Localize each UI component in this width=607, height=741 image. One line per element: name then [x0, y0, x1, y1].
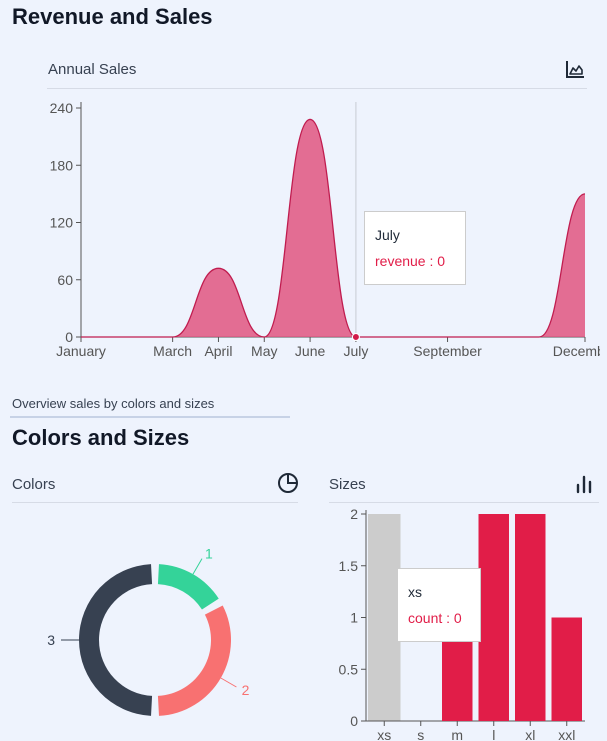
pie-slice: [157, 564, 219, 610]
tooltip-label: July: [375, 227, 400, 243]
x-tick-label: September: [413, 343, 482, 359]
x-tick-label: xs: [377, 727, 391, 741]
y-tick-label: 2: [350, 506, 358, 522]
overview-underline: [10, 416, 290, 418]
pie-leader-line: [220, 677, 237, 688]
pie-label: 3: [47, 632, 55, 648]
x-tick-label: June: [295, 343, 326, 359]
colors-divider: [12, 502, 298, 503]
x-tick-label: April: [204, 343, 232, 359]
tooltip-label: xs: [408, 584, 422, 600]
x-tick-label: January: [56, 343, 106, 359]
page-title: Revenue and Sales: [12, 4, 213, 29]
y-tick-label: 1.5: [339, 558, 359, 574]
pie-slice: [157, 605, 232, 716]
annual-sales-tooltip: July revenue : 0: [364, 211, 466, 285]
y-tick-label: 180: [50, 157, 74, 173]
y-tick-label: 0: [350, 713, 358, 729]
x-tick-label: m: [451, 727, 463, 741]
annual-sales-chart[interactable]: 060120180240January March April May June July…: [0, 96, 600, 366]
overview-text: Overview sales by colors and sizes: [12, 396, 215, 411]
pie-leader-line: [192, 558, 203, 575]
bar: [478, 514, 509, 721]
x-tick-label: xl: [525, 727, 535, 741]
pie-slice: [79, 564, 153, 716]
sizes-title: Sizes: [329, 476, 366, 493]
bar: [551, 617, 582, 721]
pie-chart-icon[interactable]: [277, 472, 299, 494]
area-chart-icon[interactable]: [564, 58, 586, 80]
colors-title: Colors: [12, 476, 56, 493]
x-tick-label: xxl: [558, 727, 575, 741]
y-tick-label: 60: [57, 272, 73, 288]
x-tick-label: s: [417, 727, 424, 741]
x-tick-label: l: [492, 727, 495, 741]
x-tick-label: July: [343, 343, 368, 359]
y-tick-label: 120: [50, 215, 74, 231]
active-point: [351, 333, 360, 341]
pie-label: 1: [205, 545, 213, 561]
bar: [515, 514, 546, 721]
annual-sales-divider: [47, 88, 587, 89]
x-tick-label: May: [251, 343, 277, 359]
tooltip-value: count : 0: [408, 610, 462, 626]
y-tick-label: 240: [50, 100, 74, 116]
pie-label: 2: [242, 682, 250, 698]
colors-donut-chart[interactable]: 1 2 3: [0, 505, 300, 741]
tooltip-value: revenue : 0: [375, 253, 446, 269]
annual-sales-title: Annual Sales: [48, 61, 137, 78]
section-title: Colors and Sizes: [12, 425, 190, 450]
y-tick-label: 0.5: [339, 661, 359, 677]
y-tick-label: 1: [350, 610, 358, 626]
sizes-tooltip: xs count : 0: [397, 568, 481, 642]
x-tick-label: March: [153, 343, 192, 359]
x-tick-label: December: [553, 343, 600, 359]
hover-band: [368, 514, 401, 721]
bar-chart-icon[interactable]: [573, 473, 595, 495]
